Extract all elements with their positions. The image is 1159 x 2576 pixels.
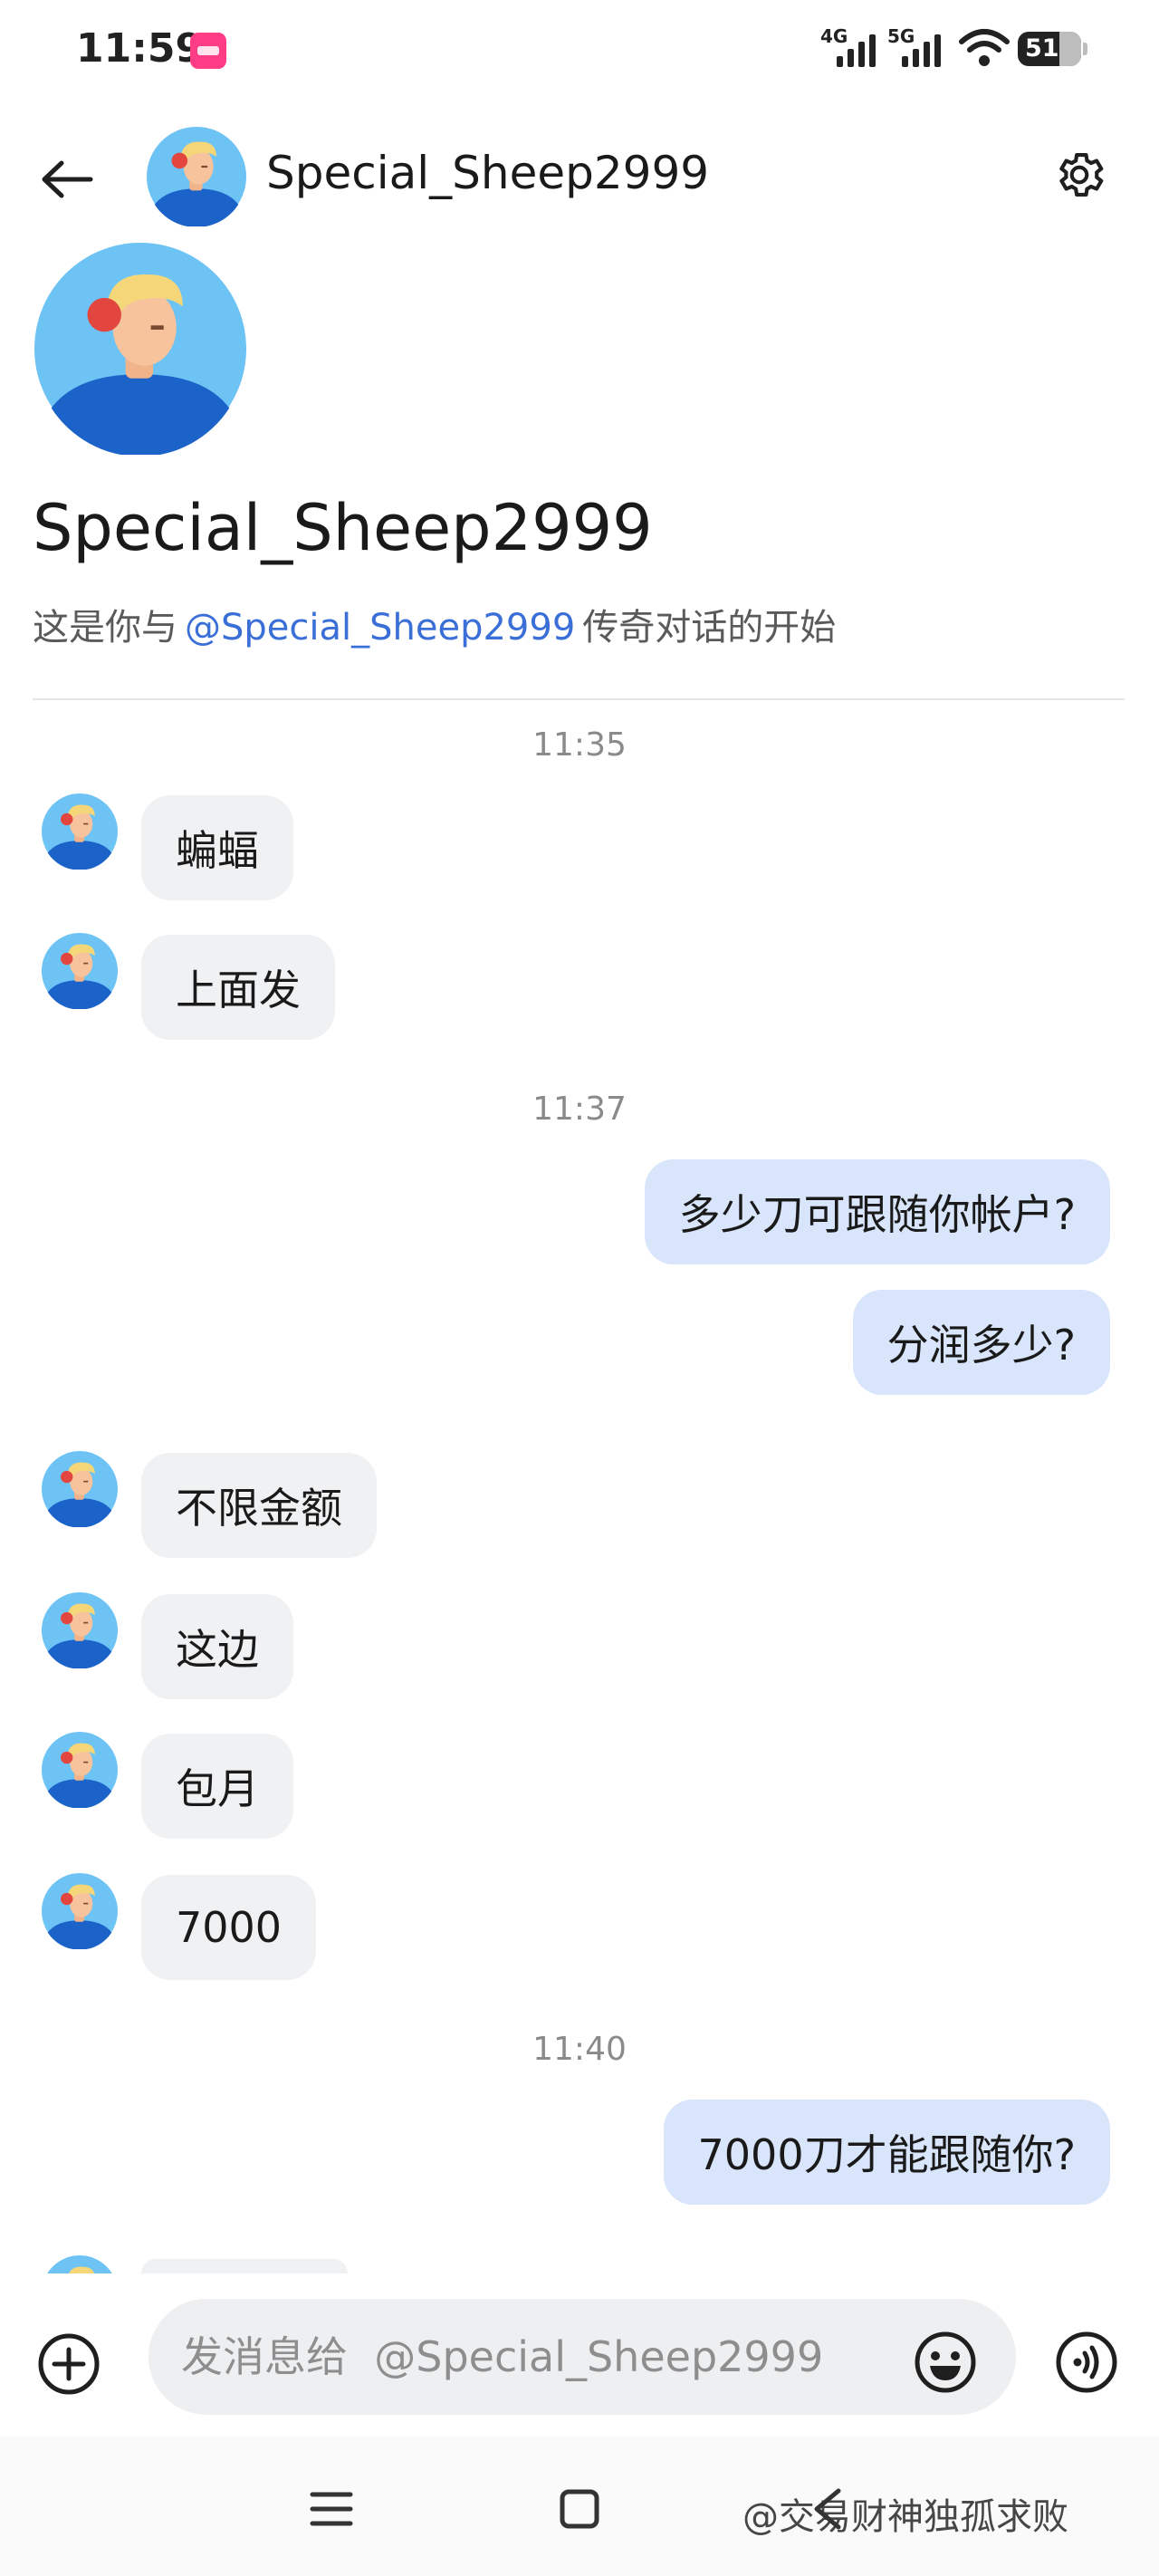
app-notification-icon <box>190 33 226 69</box>
message-avatar-partial <box>42 2255 118 2273</box>
message-timestamp: 11:40 <box>532 2031 627 2068</box>
message-avatar[interactable] <box>42 1732 118 1808</box>
message-timestamp: 11:37 <box>532 1091 627 1128</box>
outgoing-message[interactable]: 7000刀才能跟随你? <box>663 2100 1110 2205</box>
menu-nav-button[interactable] <box>295 2473 368 2545</box>
header-contact-name[interactable]: Special_Sheep2999 <box>266 147 709 199</box>
settings-button[interactable] <box>1045 140 1114 209</box>
incoming-message[interactable]: 上面发 <box>141 935 335 1040</box>
profile-name: Special_Sheep2999 <box>33 491 653 565</box>
voice-message-button[interactable] <box>1050 2326 1123 2398</box>
plus-circle-icon <box>38 2333 100 2395</box>
message-avatar[interactable] <box>42 1451 118 1527</box>
conversation-intro: 这是你与 @Special_Sheep2999 传奇对话的开始 <box>33 598 836 650</box>
voice-icon <box>1056 2331 1117 2393</box>
message-timestamp: 11:35 <box>532 726 627 764</box>
intro-text-after: 传奇对话的开始 <box>582 607 837 649</box>
message-input[interactable] <box>148 2299 1016 2415</box>
wifi-icon <box>959 29 1010 66</box>
signal-strength-icon <box>837 31 876 67</box>
system-nav-bar: @交易财神独孤求败 <box>0 2437 1159 2576</box>
message-avatar[interactable] <box>42 1873 118 1949</box>
intro-text-before: 这是你与 <box>33 607 177 649</box>
signal-strength-icon-2 <box>902 31 941 67</box>
message-avatar[interactable] <box>42 793 118 870</box>
battery-level: 51 <box>1025 34 1059 62</box>
hamburger-menu-icon <box>310 2492 353 2526</box>
smiley-icon <box>915 2331 976 2393</box>
incoming-message[interactable]: 7000 <box>141 1875 317 1980</box>
home-nav-button[interactable] <box>543 2473 616 2545</box>
status-bar: 11:59 4G 5G 51 <box>0 0 1159 100</box>
profile-avatar[interactable] <box>34 243 246 455</box>
incoming-message[interactable]: 不限金额 <box>141 1453 377 1558</box>
square-home-icon <box>560 2489 599 2529</box>
incoming-message[interactable]: 包月 <box>141 1734 293 1839</box>
battery-icon: 51 <box>1018 32 1087 66</box>
incoming-message[interactable]: 这边 <box>141 1594 293 1699</box>
message-avatar[interactable] <box>42 933 118 1009</box>
incoming-message-partial <box>141 2259 348 2273</box>
emoji-button[interactable] <box>909 2326 982 2398</box>
status-time: 11:59 <box>76 25 204 72</box>
add-attachment-button[interactable] <box>34 2330 103 2398</box>
intro-mention-link[interactable]: @Special_Sheep2999 <box>185 607 575 649</box>
outgoing-message[interactable]: 多少刀可跟随你帐户? <box>644 1159 1110 1264</box>
gear-icon <box>1059 152 1104 197</box>
divider <box>33 698 1125 700</box>
header-avatar[interactable] <box>147 127 246 226</box>
arrow-left-icon <box>42 160 93 198</box>
back-button[interactable] <box>33 145 101 214</box>
incoming-message[interactable]: 蝙蝠 <box>141 795 293 900</box>
message-composer <box>0 2275 1159 2429</box>
outgoing-message[interactable]: 分润多少? <box>852 1290 1110 1395</box>
message-avatar[interactable] <box>42 1592 118 1668</box>
watermark-text: @交易财神独孤求败 <box>742 2496 1068 2538</box>
